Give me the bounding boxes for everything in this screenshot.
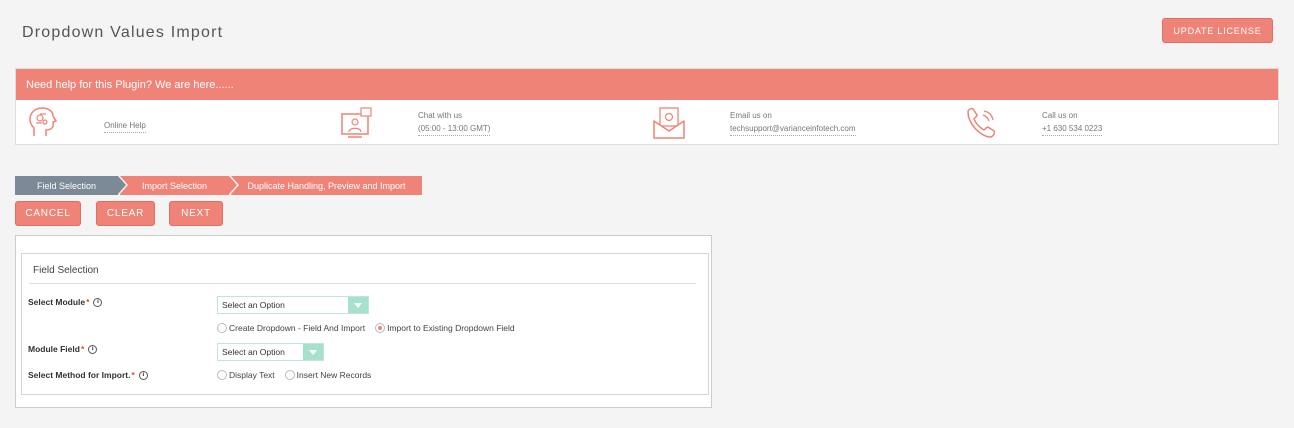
brain-head-icon (29, 107, 58, 136)
chevron-down-icon (348, 297, 368, 313)
chat-monitor-icon (341, 107, 372, 138)
call-label: Call us on (1042, 111, 1078, 120)
import-type-radios: Create Dropdown - Field And Import Impor… (217, 323, 515, 333)
import-method-label: Select Method for Import. * i (28, 370, 148, 380)
required-marker: * (131, 370, 135, 380)
radio-display-text-label[interactable]: Display Text (229, 370, 275, 380)
help-panel: Need help for this Plugin? We are here..… (15, 68, 1279, 145)
phone-icon (967, 107, 996, 138)
clear-button[interactable]: CLEAR (96, 201, 155, 226)
help-item-email[interactable]: Email us on techsupport@varianceinfotech… (652, 106, 892, 142)
info-icon[interactable]: i (88, 344, 98, 354)
field-selection-section: Field Selection Select Module * i Select a… (21, 253, 709, 395)
phone-link[interactable]: +1 630 534 0223 (1042, 122, 1103, 136)
help-item-chat[interactable]: Chat with us (05:00 - 13:00 GMT) (340, 106, 520, 142)
chat-hours[interactable]: (05:00 - 13:00 GMT) (418, 122, 491, 136)
cancel-button[interactable]: CANCEL (15, 201, 81, 226)
required-marker: * (80, 344, 85, 354)
radio-create-dropdown-label[interactable]: Create Dropdown - Field And Import (229, 323, 365, 333)
step-field-selection: Field Selection (15, 176, 126, 195)
select-module-label: Select Module * i (28, 297, 103, 307)
select-module-value: Select an Option (222, 300, 285, 310)
online-help-link[interactable]: Online Help (104, 119, 146, 133)
info-icon[interactable]: i (93, 297, 103, 307)
module-field-label: Module Field * i (28, 344, 98, 354)
module-field-label-text: Module Field (28, 344, 80, 354)
page-title: Dropdown Values Import (22, 24, 224, 41)
email-envelope-icon (653, 107, 685, 139)
help-item-call[interactable]: Call us on +1 630 534 0223 (964, 106, 1164, 142)
import-method-radios: Display Text Insert New Records (217, 370, 371, 380)
radio-import-existing-label[interactable]: Import to Existing Dropdown Field (387, 323, 515, 333)
radio-insert-new-records-label[interactable]: Insert New Records (297, 370, 372, 380)
radio-insert-new-records[interactable] (284, 370, 295, 380)
radio-create-dropdown[interactable] (217, 323, 227, 333)
help-header: Need help for this Plugin? We are here..… (16, 69, 1278, 100)
module-field-dropdown[interactable]: Select an Option (217, 343, 324, 361)
select-module-label-text: Select Module (28, 297, 86, 307)
help-item-online[interactable]: Online Help (26, 106, 186, 142)
form-panel: Field Selection Select Module * i Select a… (15, 235, 712, 408)
section-title: Field Selection (33, 265, 99, 276)
required-marker: * (86, 297, 90, 307)
step-duplicate-handling: Duplicate Handling, Preview and Import (231, 176, 422, 195)
select-module-dropdown[interactable]: Select an Option (217, 296, 369, 314)
chat-label: Chat with us (418, 111, 463, 120)
module-field-value: Select an Option (222, 347, 285, 357)
section-divider (29, 283, 696, 284)
email-label: Email us on (730, 111, 772, 120)
import-method-label-text: Select Method for Import. (28, 370, 131, 380)
radio-display-text[interactable] (217, 370, 227, 380)
chevron-down-icon (303, 344, 323, 360)
info-icon[interactable]: i (138, 370, 148, 380)
email-link[interactable]: techsupport@varianceinfotech.com (730, 122, 856, 136)
radio-import-existing[interactable] (375, 323, 386, 333)
step-import-selection: Import Selection (120, 176, 237, 195)
update-license-button[interactable]: UPDATE LICENSE (1162, 18, 1273, 43)
next-button[interactable]: NEXT (169, 201, 223, 226)
